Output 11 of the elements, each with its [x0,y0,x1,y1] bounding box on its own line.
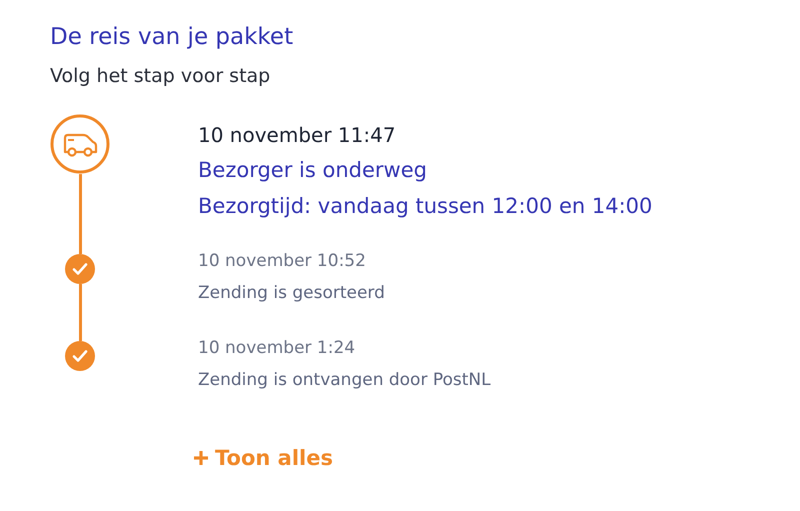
event-description: Bezorgtijd: vandaag tussen 12:00 en 14:00 [198,193,654,220]
event-description: Zending is ontvangen door PostNL [198,369,492,392]
event-date: 10 november 11:47 [198,122,397,149]
event-date: 10 november 1:24 [198,337,356,360]
page-subtitle: Volg het stap voor stap [50,64,272,89]
event-description: Bezorger is onderweg [198,157,428,184]
page-title: De reis van je pakket [50,23,294,52]
event-date: 10 november 10:52 [198,250,367,273]
plus-icon [193,450,209,466]
show-all-button[interactable]: Toon alles [193,446,333,470]
event-description: Zending is gesorteerd [198,282,386,305]
